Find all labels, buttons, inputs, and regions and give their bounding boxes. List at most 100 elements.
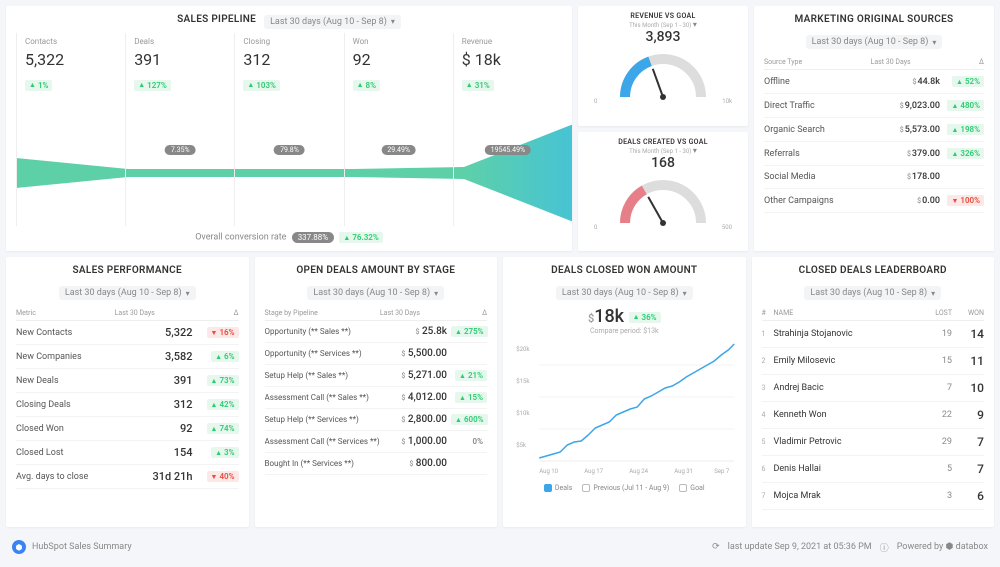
lost-count: 15 (920, 356, 952, 366)
source-name: Direct Traffic (764, 101, 900, 111)
pipeline-col-revenue: Revenue $ 18k 31% 19545.49% (453, 33, 562, 226)
sales-pipeline-card: SALES PIPELINE Last 30 days (Aug 10 - Se… (6, 6, 572, 251)
svg-text:Aug 17: Aug 17 (584, 468, 603, 475)
source-row: Social Media $178.00 (764, 166, 984, 189)
closed-won-date-selector[interactable]: Last 30 days (Aug 10 - Sep 8)▾ (556, 286, 693, 300)
source-value: $44.8k (912, 77, 940, 87)
closed-won-value: $18k 36% (513, 306, 736, 327)
pipeline-col-contacts: Contacts 5,322 1% (16, 33, 125, 226)
rank: 3 (762, 384, 774, 392)
pipe-label: Closing (243, 37, 335, 46)
stage-delta: 275% (451, 326, 488, 337)
gauge-subtitle: This Month (Sep 1 - 30) ▾ (584, 146, 742, 155)
lost-count: 7 (920, 383, 952, 393)
rank: 6 (762, 465, 774, 473)
pipeline-col-won: Won 92 8% 29.49% (344, 33, 453, 226)
closed-won-title: DEALS CLOSED WON AMOUNT (513, 265, 736, 276)
footer-title: HubSpot Sales Summary (32, 542, 132, 552)
leaderboard-date-selector[interactable]: Last 30 days (Aug 10 - Sep 8)▾ (804, 286, 941, 300)
chart-legend: Deals Previous (Jul 11 - Aug 9) Goal (513, 484, 736, 492)
stage-name: Opportunity (** Services **) (265, 349, 402, 358)
stage-row: Setup Help (** Sales **) $ 5,271.00 21% (265, 365, 488, 387)
source-name: Other Campaigns (764, 196, 917, 206)
svg-text:$10k: $10k (516, 410, 530, 417)
stage-row: Opportunity (** Services **) $ 5,500.00 (265, 343, 488, 365)
marketing-sources-card: MARKETING ORIGINAL SOURCES Last 30 days … (754, 6, 994, 251)
leaderboard-row: 7 Mojca Mrak 3 6 (762, 483, 985, 510)
stage-value: $ 800.00 (409, 458, 447, 469)
source-name: Referrals (764, 149, 907, 159)
refresh-icon[interactable]: ⟳ (712, 542, 720, 552)
leaderboard-row: 3 Andrej Bacic 7 10 (762, 375, 985, 402)
lost-count: 29 (920, 437, 952, 447)
legend-previous[interactable]: Previous (Jul 11 - Aug 9) (582, 484, 669, 492)
source-value: $5,573.00 (900, 125, 940, 135)
gauge-chart (613, 47, 713, 102)
pipe-delta: 127% (134, 80, 171, 91)
svg-text:$20k: $20k (516, 346, 530, 353)
metric-name: Closed Lost (16, 448, 133, 458)
metric-value: 31d 21h (133, 470, 193, 483)
stage-value: $ 1,000.00 (401, 436, 447, 447)
stage-name: Assessment Call (** Services **) (265, 437, 402, 446)
stage-row: Opportunity (** Sales **) $ 25.8k 275% (265, 321, 488, 343)
metric-name: Avg. days to close (16, 472, 133, 482)
leaderboard-row: 5 Vladimir Petrovic 29 7 (762, 429, 985, 456)
lost-count: 19 (920, 329, 952, 339)
chevron-down-icon: ▾ (434, 289, 438, 298)
gauge-value: 3,893 (584, 29, 742, 45)
stage-row: Assessment Call (** Sales **) $ 4,012.00… (265, 387, 488, 409)
leaderboard-row: 2 Emily Milosevic 15 11 (762, 348, 985, 375)
pipe-label: Deals (134, 37, 226, 46)
pipe-label: Revenue (462, 37, 554, 46)
won-count: 11 (952, 354, 984, 368)
rank: 2 (762, 357, 774, 365)
stage-delta: 600% (451, 414, 488, 425)
chevron-down-icon: ▾ (932, 38, 936, 47)
info-icon[interactable]: ⓘ (880, 541, 889, 554)
pipe-delta: 31% (462, 80, 494, 91)
pipe-delta: 8% (353, 80, 380, 91)
performance-date-selector[interactable]: Last 30 days (Aug 10 - Sep 8)▾ (59, 286, 196, 300)
svg-text:Sep 7: Sep 7 (714, 468, 730, 475)
closed-won-amount-card: DEALS CLOSED WON AMOUNT Last 30 days (Au… (503, 257, 746, 527)
svg-text:$5k: $5k (516, 442, 527, 449)
source-row: Offline $44.8k 52% (764, 70, 984, 94)
pipe-value: 312 (243, 50, 335, 69)
pipe-delta: 103% (243, 80, 280, 91)
leaderboard-title: CLOSED DEALS LEADERBOARD (762, 265, 985, 276)
metric-delta: 16% (207, 327, 239, 338)
rep-name: Strahinja Stojanovic (774, 329, 921, 339)
conversion-pill: 79.8% (274, 145, 305, 155)
gauge-title: DEALS CREATED VS GOAL (584, 138, 742, 146)
stage-delta: 15% (455, 392, 487, 403)
won-count: 10 (952, 381, 984, 395)
pipeline-date-selector[interactable]: Last 30 days (Aug 10 - Sep 8)▾ (264, 15, 401, 29)
deals-created-vs-goal-gauge: DEALS CREATED VS GOAL This Month (Sep 1 … (578, 132, 748, 252)
pipe-label: Won (353, 37, 445, 46)
won-count: 14 (952, 327, 984, 341)
revenue-vs-goal-gauge: REVENUE VS GOAL This Month (Sep 1 - 30) … (578, 6, 748, 126)
performance-row: New Deals 391 73% (16, 369, 239, 393)
leaderboard-card: CLOSED DEALS LEADERBOARD Last 30 days (A… (752, 257, 995, 527)
pipe-value: 92 (353, 50, 445, 69)
stage-name: Setup Help (** Sales **) (265, 371, 402, 380)
chevron-down-icon: ▾ (931, 289, 935, 298)
source-row: Organic Search $5,573.00 198% (764, 118, 984, 142)
pipeline-footer: Overall conversion rate 337.88% 76.32% (16, 226, 562, 243)
source-row: Direct Traffic $9,023.00 480% (764, 94, 984, 118)
legend-goal[interactable]: Goal (679, 484, 704, 492)
dashboard-footer: ⬢ HubSpot Sales Summary ⟳ last update Se… (6, 533, 994, 561)
performance-title: SALES PERFORMANCE (16, 265, 239, 276)
rank: 5 (762, 438, 774, 446)
rank: 4 (762, 411, 774, 419)
won-count: 7 (952, 462, 984, 476)
sources-date-selector[interactable]: Last 30 days (Aug 10 - Sep 8)▾ (806, 35, 943, 49)
rank: 1 (762, 330, 774, 338)
conversion-pill: 29.49% (381, 145, 416, 155)
stage-name: Assessment Call (** Sales **) (265, 393, 402, 402)
stages-date-selector[interactable]: Last 30 days (Aug 10 - Sep 8)▾ (307, 286, 444, 300)
legend-deals[interactable]: Deals (544, 484, 572, 492)
conversion-pill: 7.35% (165, 145, 196, 155)
rep-name: Mojca Mrak (774, 491, 921, 501)
